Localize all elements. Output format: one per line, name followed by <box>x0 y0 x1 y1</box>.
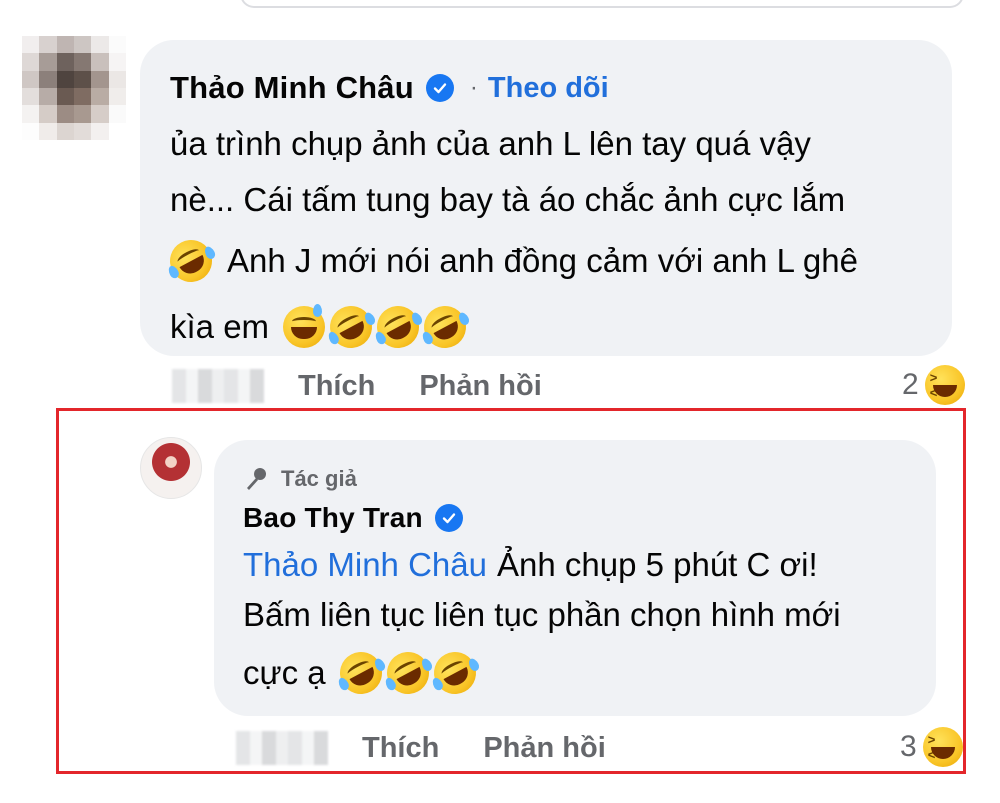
laughing-face-icon <box>924 365 965 405</box>
comment-line-with-emoji: Anh J mới nói anh đồng cảm với anh L ghê <box>162 228 940 294</box>
author-badge: Tác giả <box>243 463 357 495</box>
reply-header: Bao Thy Tran <box>243 500 463 536</box>
mention-link[interactable]: Thảo Minh Châu <box>243 537 487 593</box>
reply-line-text: Ảnh chụp 5 phút C ơi! <box>496 546 818 583</box>
comment-line: ủa trình chụp ảnh của anh L lên tay quá … <box>170 125 811 162</box>
grinning-sweat-emoji-icon <box>283 304 326 348</box>
comment-line: nè... Cái tấm tung bay tà áo chắc ảnh cự… <box>170 181 846 218</box>
rolling-on-floor-laughing-emoji-icon <box>332 644 390 702</box>
reply-line-with-emoji: cực ạ <box>243 640 933 706</box>
comment-text: ủa trình chụp ảnh của anh L lên tay quá … <box>162 116 940 360</box>
comment-author-name[interactable]: Thảo Minh Châu <box>170 70 414 106</box>
like-button[interactable]: Thích <box>298 370 375 403</box>
follow-link[interactable]: Theo dõi <box>488 72 609 105</box>
timestamp-blurred[interactable] <box>236 731 328 765</box>
rolling-on-floor-laughing-emoji-icon <box>416 298 474 356</box>
avatar[interactable] <box>22 36 126 140</box>
verified-check-icon <box>425 74 454 102</box>
separator-dot: · <box>469 74 478 101</box>
rolling-on-floor-laughing-emoji-icon <box>379 644 437 702</box>
rolling-on-floor-laughing-emoji-icon <box>426 644 484 702</box>
reply-actions: Thích Phản hồi <box>236 728 650 768</box>
reaction-summary[interactable]: 3 <box>900 727 963 767</box>
rolling-on-floor-laughing-emoji-icon <box>322 298 380 356</box>
reaction-count: 2 <box>902 368 919 401</box>
comment-line-with-emoji: kìa em <box>170 294 940 360</box>
comment-header: Thảo Minh Châu · Theo dõi <box>170 70 609 106</box>
comment-line-text: kìa em <box>170 308 270 345</box>
reply-text: Thảo Minh Châu Ảnh chụp 5 phút C ơi! Bấm… <box>243 540 933 706</box>
rolling-on-floor-laughing-emoji-icon <box>369 298 427 356</box>
like-button[interactable]: Thích <box>362 732 439 765</box>
comment-line-text: Anh J mới nói anh đồng cảm với anh L ghê <box>227 242 858 279</box>
avatar[interactable] <box>140 437 202 499</box>
reaction-count: 3 <box>900 730 917 763</box>
rolling-on-floor-laughing-emoji-icon <box>162 232 220 290</box>
author-badge-label: Tác giả <box>281 466 357 491</box>
laughing-face-icon <box>922 727 963 767</box>
reply-line: Bấm liên tục liên tục phần chọn hình mới <box>243 596 841 633</box>
reply-line-text: cực ạ <box>243 654 326 691</box>
comment-actions: Thích Phản hồi <box>172 366 586 406</box>
reply-button[interactable]: Phản hồi <box>483 732 605 765</box>
reply-button[interactable]: Phản hồi <box>419 370 541 403</box>
previous-comment-edge <box>240 0 964 8</box>
reaction-summary[interactable]: 2 <box>902 365 965 405</box>
reply-line: Thảo Minh Châu Ảnh chụp 5 phút C ơi! <box>243 540 933 590</box>
microphone-icon <box>247 468 266 490</box>
reply-author-name[interactable]: Bao Thy Tran <box>243 502 423 534</box>
verified-check-icon <box>434 504 463 532</box>
timestamp-blurred[interactable] <box>172 369 264 403</box>
